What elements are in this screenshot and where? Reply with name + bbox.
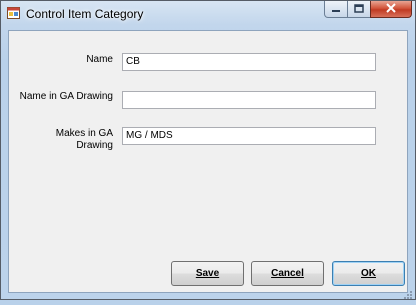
maximize-button[interactable] xyxy=(347,1,371,18)
save-label: Save xyxy=(195,268,220,279)
ga-name-field[interactable] xyxy=(122,91,376,109)
close-button[interactable] xyxy=(370,1,412,18)
resize-grip-icon[interactable] xyxy=(403,287,413,299)
makes-label-line1: Makes in GA xyxy=(55,128,113,139)
window-title: Control Item Category xyxy=(26,7,144,21)
makes-field[interactable]: MG / MDS xyxy=(122,127,376,145)
maximize-icon xyxy=(354,0,364,18)
makes-label-line2: Drawing xyxy=(76,140,113,151)
cancel-button[interactable]: Cancel xyxy=(251,261,324,286)
ok-button[interactable]: OK xyxy=(332,261,405,286)
save-button[interactable]: Save xyxy=(171,261,244,286)
makes-label: Makes in GA Drawing xyxy=(29,128,113,152)
app-window-icon xyxy=(7,6,21,20)
name-label: Name xyxy=(86,54,113,65)
close-icon xyxy=(385,0,397,18)
ga-name-label: Name in GA Drawing xyxy=(19,91,113,102)
minimize-button[interactable] xyxy=(324,1,348,18)
minimize-icon xyxy=(331,0,341,18)
ok-label: OK xyxy=(361,268,376,279)
dialog-window: Control Item Category Name CB Name in GA… xyxy=(0,0,416,300)
name-field[interactable]: CB xyxy=(122,53,376,71)
dialog-client-area: Name CB Name in GA Drawing Makes in GA D… xyxy=(8,30,408,293)
title-bar[interactable]: Control Item Category xyxy=(1,1,415,27)
cancel-label: Cancel xyxy=(271,268,304,279)
